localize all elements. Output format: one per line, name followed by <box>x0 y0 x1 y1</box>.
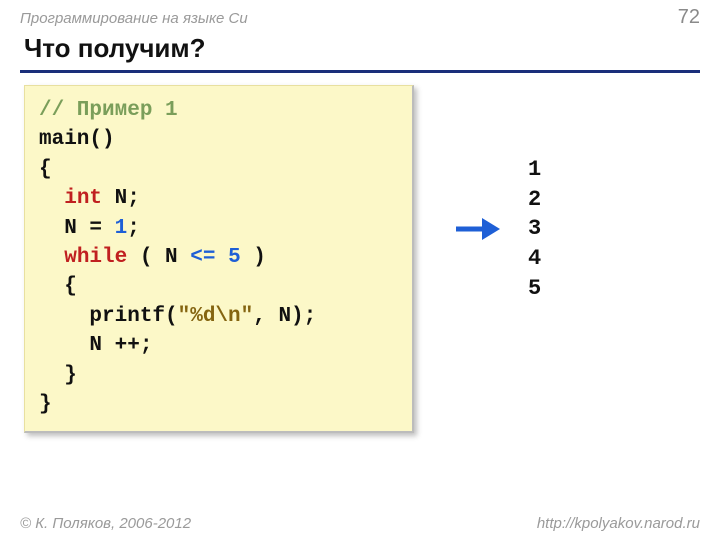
code-listing: // Пример 1 main() { int N; N = 1; while… <box>39 96 396 419</box>
slide-title: Что получим? <box>0 29 720 66</box>
code-number: 5 <box>228 246 241 269</box>
code-keyword: while <box>64 246 127 269</box>
page-number: 72 <box>678 6 700 29</box>
code-line: N ++; <box>39 334 152 357</box>
arrow-right-icon <box>454 215 500 243</box>
subject-label: Программирование на языке Си <box>20 10 248 27</box>
code-line: } <box>39 364 77 387</box>
code-text: ( N <box>127 246 190 269</box>
code-text: printf( <box>39 305 178 328</box>
copyright-label: © К. Поляков, 2006-2012 <box>20 515 191 532</box>
code-keyword: int <box>64 187 102 210</box>
code-text: ) <box>241 246 266 269</box>
code-text: N = <box>39 217 115 240</box>
code-text: N; <box>102 187 140 210</box>
code-example-box: // Пример 1 main() { int N; N = 1; while… <box>24 85 414 433</box>
code-text: ; <box>127 217 140 240</box>
code-string: "%d\n" <box>178 305 254 328</box>
slide-header: Программирование на языке Си 72 <box>0 0 720 29</box>
code-text <box>215 246 228 269</box>
code-line: } <box>39 393 52 416</box>
slide-footer: © К. Поляков, 2006-2012 http://kpolyakov… <box>0 515 720 532</box>
code-comment: // Пример 1 <box>39 99 178 122</box>
code-text: , N); <box>253 305 316 328</box>
content-area: // Пример 1 main() { int N; N = 1; while… <box>0 73 720 433</box>
code-line: { <box>39 158 52 181</box>
output-area: 1 2 3 4 5 <box>454 155 541 303</box>
code-number: 1 <box>115 217 128 240</box>
source-url-label: http://kpolyakov.narod.ru <box>537 515 700 532</box>
code-operator: <= <box>190 246 215 269</box>
code-line: main() <box>39 128 115 151</box>
program-output: 1 2 3 4 5 <box>528 155 541 303</box>
code-line: { <box>39 275 77 298</box>
